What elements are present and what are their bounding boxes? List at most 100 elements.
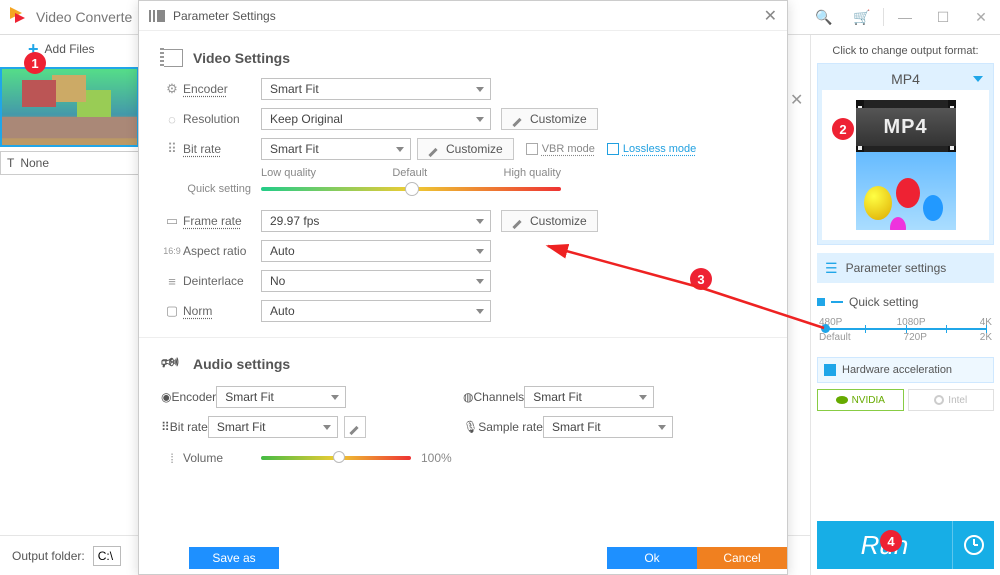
- slider-thumb-icon[interactable]: [821, 324, 830, 333]
- run-bar: Run: [817, 521, 994, 569]
- select-samplerate[interactable]: Smart Fit: [543, 416, 673, 438]
- bar-icon: [831, 301, 843, 303]
- select-audio-bitrate[interactable]: Smart Fit: [208, 416, 338, 438]
- pencil-icon: [349, 421, 361, 433]
- slider-thumb-icon[interactable]: [405, 182, 419, 196]
- row-framerate: ▭ Frame rate 29.97 fps Customize: [161, 209, 765, 233]
- label-bitrate: Bit rate: [183, 142, 261, 156]
- resolution-slider[interactable]: [825, 328, 986, 330]
- parameter-settings-button[interactable]: ☰ Parameter settings: [817, 253, 994, 283]
- quality-slider[interactable]: [261, 187, 561, 191]
- label-framerate: Frame rate: [183, 214, 261, 228]
- label-audio-encoder: Encoder: [171, 390, 216, 404]
- modal-body: Video Settings ⚙ Encoder Smart Fit ◌ Res…: [139, 31, 787, 544]
- select-norm[interactable]: Auto: [261, 300, 491, 322]
- customize-bitrate-button[interactable]: Customize: [417, 138, 514, 160]
- row-audio2: ⠿ Bit rate Smart Fit 🎙 Sample rate Smart…: [161, 416, 765, 438]
- row-deinterlace: ≡ Deinterlace No: [161, 269, 765, 293]
- cart-icon[interactable]: 🛒: [843, 0, 881, 35]
- select-aspect[interactable]: Auto: [261, 240, 491, 262]
- mic-icon: 🎙: [463, 420, 478, 434]
- label-audio-bitrate: Bit rate: [170, 420, 208, 434]
- film-icon: [161, 49, 183, 67]
- sliders-icon: [149, 10, 165, 22]
- checkbox-label: Lossless mode: [623, 143, 696, 155]
- row-audio1: ◉ Encoder Smart Fit ◍ Channels Smart Fit: [161, 386, 765, 408]
- select-audio-encoder[interactable]: Smart Fit: [216, 386, 346, 408]
- select-deinterlace[interactable]: No: [261, 270, 491, 292]
- mp4-band-label: MP4: [856, 108, 956, 146]
- gpu-intel-button[interactable]: Intel: [908, 389, 995, 411]
- edit-audio-bitrate-button[interactable]: [344, 416, 366, 438]
- app-title: Video Converte: [36, 9, 132, 25]
- minimize-icon[interactable]: —: [886, 0, 924, 35]
- save-as-button[interactable]: Save as: [189, 547, 279, 569]
- video-settings-header: Video Settings: [161, 49, 765, 67]
- gpu-label: NVIDIA: [852, 395, 885, 406]
- row-norm: ▢ Norm Auto: [161, 299, 765, 323]
- separator: [883, 8, 884, 26]
- quick-setting-label: Quick setting: [849, 295, 918, 309]
- right-column: Click to change output format: MP4 MP4 ☰…: [810, 35, 1000, 575]
- audio-encoder-icon: ◉: [161, 390, 171, 404]
- select-video-bitrate[interactable]: Smart Fit: [261, 138, 411, 160]
- res-label: Default: [819, 332, 851, 343]
- label-channels: Channels: [473, 390, 524, 404]
- volume-value: 100%: [421, 451, 452, 465]
- gear-icon: ⚙: [161, 81, 183, 97]
- select-value: Smart Fit: [552, 420, 601, 434]
- callout-3: 3: [690, 268, 712, 290]
- format-label: MP4: [891, 71, 920, 87]
- add-files-button[interactable]: + Add Files: [0, 35, 139, 63]
- select-value: Smart Fit: [270, 82, 319, 96]
- format-selector[interactable]: MP4: [822, 68, 989, 90]
- quality-marks: Low quality Default High quality: [261, 167, 561, 179]
- select-framerate[interactable]: 29.97 fps: [261, 210, 491, 232]
- sliders-icon: ☰: [825, 260, 838, 277]
- video-thumbnail[interactable]: [0, 67, 139, 147]
- select-value: Auto: [270, 304, 295, 318]
- volume-slider[interactable]: [261, 456, 411, 460]
- output-format-card[interactable]: MP4 MP4: [817, 63, 994, 245]
- select-value: Keep Original: [270, 112, 343, 126]
- deinterlace-icon: ≡: [161, 274, 183, 289]
- hardware-accel-button[interactable]: Hardware acceleration: [817, 357, 994, 383]
- output-folder-input[interactable]: [93, 546, 121, 566]
- aspect-icon: 16:9: [161, 246, 183, 256]
- search-icon[interactable]: 🔍: [805, 0, 843, 35]
- bitrate-icon: ⠿: [161, 141, 183, 157]
- gpu-nvidia-button[interactable]: NVIDIA: [817, 389, 904, 411]
- ok-button[interactable]: Ok: [607, 547, 697, 569]
- cancel-button[interactable]: Cancel: [697, 547, 787, 569]
- channels-icon: ◍: [463, 390, 473, 404]
- schedule-button[interactable]: [952, 521, 994, 569]
- customize-resolution-button[interactable]: Customize: [501, 108, 598, 130]
- add-files-label: Add Files: [45, 42, 95, 56]
- select-value: Smart Fit: [533, 390, 582, 404]
- label-volume: Volume: [183, 451, 261, 465]
- row-resolution: ◌ Resolution Keep Original Customize: [161, 107, 765, 131]
- panel-close-icon[interactable]: ✕: [790, 90, 803, 110]
- maximize-icon[interactable]: ☐: [924, 0, 962, 35]
- select-video-encoder[interactable]: Smart Fit: [261, 78, 491, 100]
- quality-high-label: High quality: [504, 167, 561, 179]
- select-value: Smart Fit: [217, 420, 266, 434]
- quality-low-label: Low quality: [261, 167, 316, 179]
- select-value: 29.97 fps: [270, 214, 319, 228]
- row-aspect: 16:9 Aspect ratio Auto: [161, 239, 765, 263]
- select-channels[interactable]: Smart Fit: [524, 386, 654, 408]
- select-resolution[interactable]: Keep Original: [261, 108, 491, 130]
- vbr-mode-checkbox[interactable]: VBR mode: [526, 143, 595, 155]
- res-label: 2K: [980, 332, 992, 343]
- subtitle-none-row[interactable]: T None: [0, 151, 139, 175]
- format-hint: Click to change output format:: [817, 45, 994, 57]
- lossless-mode-checkbox[interactable]: Lossless mode: [607, 143, 696, 155]
- modal-close-icon[interactable]: ✕: [764, 6, 777, 26]
- section-title: Video Settings: [193, 50, 290, 66]
- checkbox-label: VBR mode: [542, 143, 595, 155]
- quality-mid-label: Default: [392, 167, 427, 179]
- close-icon[interactable]: ✕: [962, 0, 1000, 35]
- customize-framerate-button[interactable]: Customize: [501, 210, 598, 232]
- row-encoder: ⚙ Encoder Smart Fit: [161, 77, 765, 101]
- slider-thumb-icon[interactable]: [333, 451, 345, 463]
